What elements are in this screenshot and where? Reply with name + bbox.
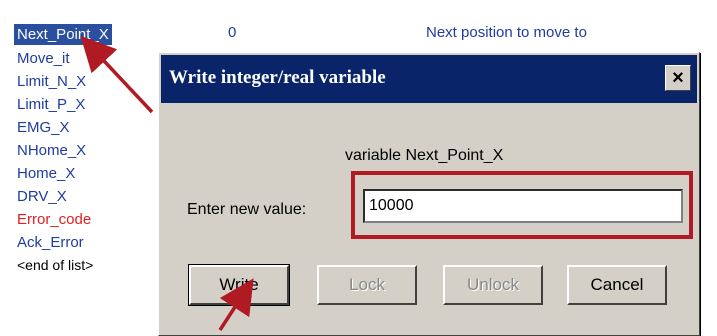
selected-value: 0 — [228, 24, 237, 41]
list-item-ack-error[interactable]: Ack_Error — [14, 232, 87, 253]
list-item-emg-x[interactable]: EMG_X — [14, 117, 73, 138]
write-button-label: Write — [219, 275, 259, 294]
list-item-move-it[interactable]: Move_it — [14, 48, 73, 69]
write-variable-dialog: Write integer/real variable × variable N… — [158, 52, 700, 336]
selected-description: Next position to move to — [426, 24, 587, 41]
list-item-next-point-x[interactable]: Next_Point_X — [14, 24, 112, 45]
list-item-end-of-list[interactable]: <end of list> — [14, 255, 96, 276]
unlock-button-label: Unlock — [467, 275, 519, 294]
new-value-input[interactable] — [363, 189, 683, 223]
write-button[interactable]: Write — [188, 264, 290, 306]
enter-value-label: Enter new value: — [187, 201, 307, 218]
dialog-title: Write integer/real variable — [169, 67, 386, 88]
list-item-limit-p-x[interactable]: Limit_P_X — [14, 94, 88, 115]
lock-button-label: Lock — [349, 275, 385, 294]
dialog-title-bar[interactable]: Write integer/real variable × — [161, 55, 697, 103]
cancel-button-label: Cancel — [590, 275, 644, 294]
list-item-limit-n-x[interactable]: Limit_N_X — [14, 71, 89, 92]
variable-caption: variable Next_Point_X — [345, 147, 504, 164]
list-item-home-x[interactable]: Home_X — [14, 163, 78, 184]
lock-button[interactable]: Lock — [317, 265, 417, 305]
close-icon[interactable]: × — [665, 65, 691, 91]
list-item-error-code[interactable]: Error_code — [14, 209, 94, 230]
list-item-nhome-x[interactable]: NHome_X — [14, 140, 89, 161]
cancel-button[interactable]: Cancel — [567, 265, 667, 305]
list-item-drv-x[interactable]: DRV_X — [14, 186, 70, 207]
unlock-button[interactable]: Unlock — [443, 265, 543, 305]
